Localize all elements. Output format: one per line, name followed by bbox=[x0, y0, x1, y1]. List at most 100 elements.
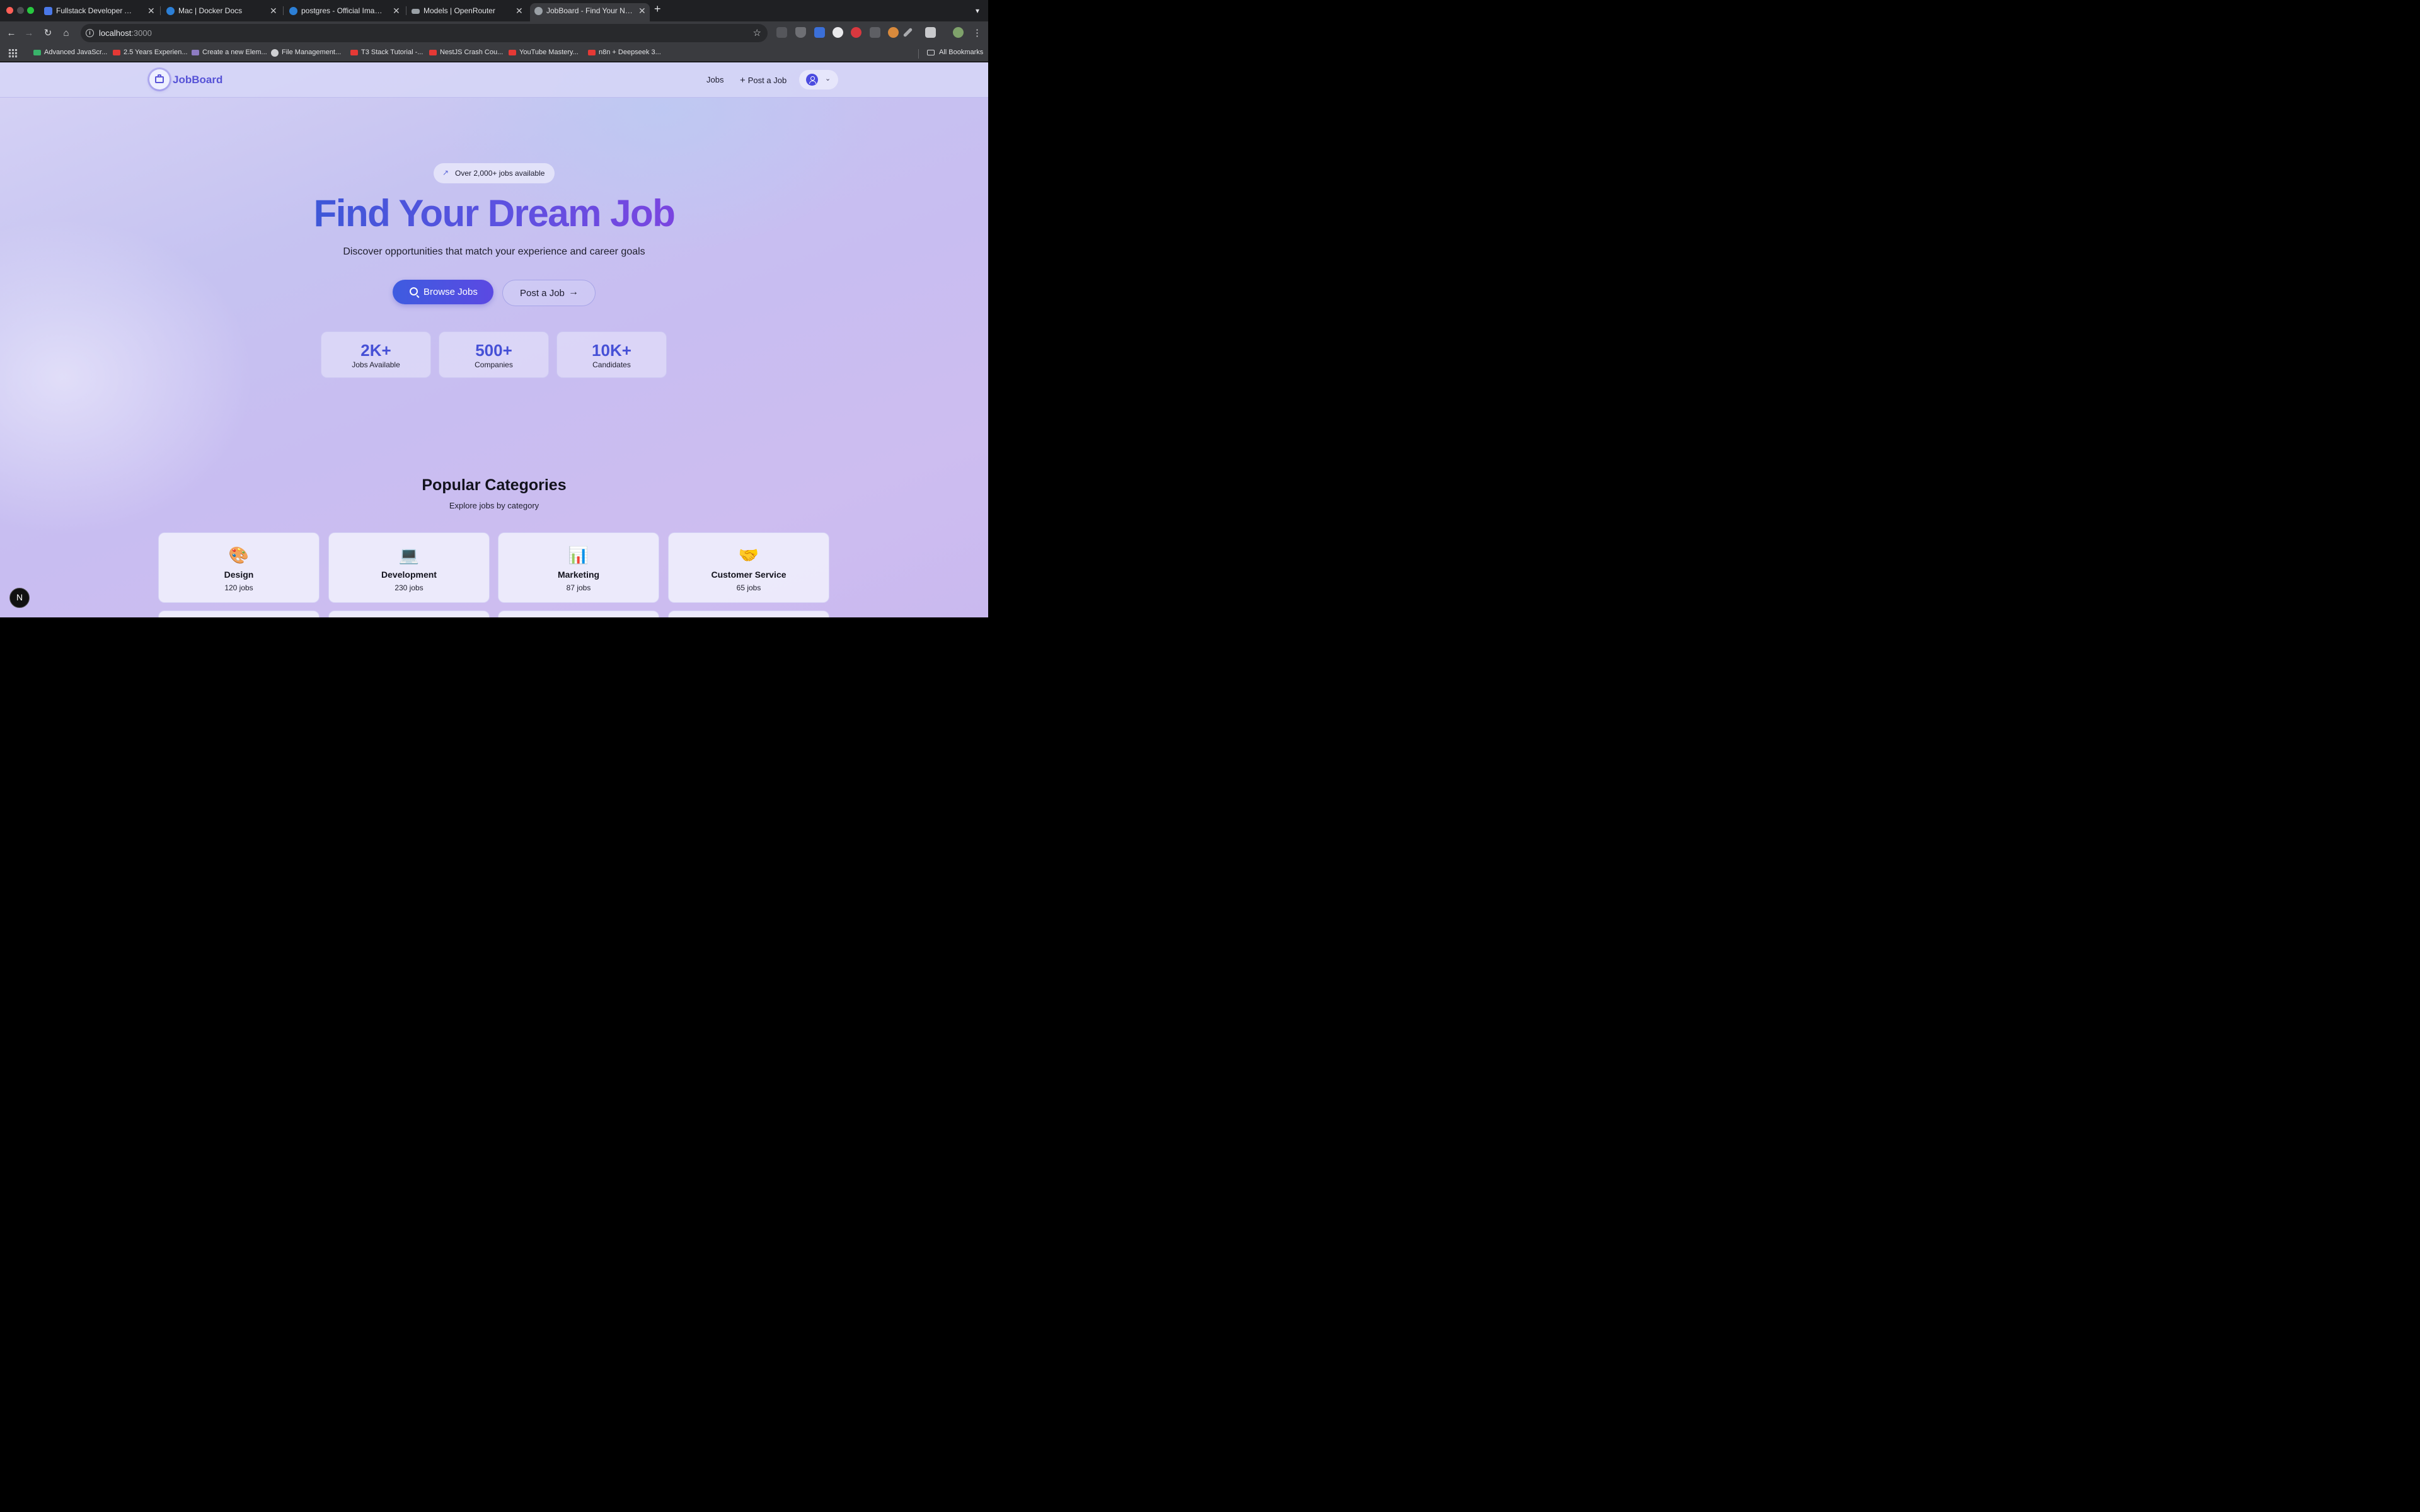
stat-value: 10K+ bbox=[592, 341, 631, 360]
chevron-down-icon: ⌄ bbox=[825, 75, 831, 83]
category-card-customer-service[interactable]: 🤝 Customer Service 65 jobs bbox=[668, 532, 829, 603]
bookmark-star-icon[interactable]: ☆ bbox=[753, 27, 761, 38]
extension-calendar-icon[interactable] bbox=[814, 27, 825, 38]
extension-cookie-icon[interactable] bbox=[888, 27, 899, 38]
category-card-development[interactable]: 💻 Development 230 jobs bbox=[328, 532, 490, 603]
close-tab-icon[interactable]: ✕ bbox=[270, 3, 277, 19]
extensions-puzzle-icon[interactable] bbox=[925, 27, 936, 38]
folder-icon bbox=[927, 50, 935, 55]
url-text: localhost:3000 bbox=[99, 28, 152, 38]
post-job-label: Post a Job bbox=[520, 288, 565, 299]
hero-title-text: Find Your Dream Job bbox=[313, 192, 676, 234]
post-job-button[interactable]: Post a Job → bbox=[502, 280, 596, 306]
extension-glasses-icon[interactable] bbox=[776, 27, 787, 38]
category-card-design[interactable]: 🎨 Design 120 jobs bbox=[158, 532, 320, 603]
tab-title: Fullstack Developer Asses bbox=[56, 6, 133, 15]
laptop-icon: 💻 bbox=[398, 546, 420, 564]
docs-icon bbox=[44, 7, 52, 15]
nav-post-job-link[interactable]: + Post a Job bbox=[740, 75, 786, 86]
browse-jobs-button[interactable]: Browse Jobs bbox=[393, 280, 493, 304]
tab-search-chevron-icon[interactable]: ▾ bbox=[971, 4, 984, 18]
browser-tab[interactable]: postgres - Official Image | Do ✕ bbox=[289, 3, 401, 19]
extension-shield-icon[interactable] bbox=[795, 27, 806, 38]
palette-icon: 🎨 bbox=[228, 546, 250, 564]
browser-tab-active[interactable]: JobBoard - Find Your Next Ca ✕ bbox=[530, 3, 650, 21]
apps-grid-icon[interactable] bbox=[9, 49, 17, 57]
extension-game-icon[interactable] bbox=[833, 27, 843, 38]
element-icon bbox=[192, 50, 199, 55]
tab-title: JobBoard - Find Your Next Ca bbox=[546, 6, 633, 15]
url-port: :3000 bbox=[131, 28, 152, 38]
close-tab-icon[interactable]: ✕ bbox=[516, 3, 523, 19]
category-card[interactable] bbox=[328, 610, 490, 617]
home-icon[interactable]: ⌂ bbox=[59, 26, 73, 40]
close-tab-icon[interactable]: ✕ bbox=[147, 3, 155, 19]
stat-label: Candidates bbox=[592, 360, 631, 369]
browser-tab[interactable]: Models | OpenRouter ✕ bbox=[412, 3, 524, 19]
browser-tab-strip: Fullstack Developer Asses ✕ Mac | Docker… bbox=[0, 0, 988, 21]
extension-edit-icon[interactable] bbox=[870, 27, 880, 38]
tab-separator bbox=[160, 6, 161, 15]
globe-icon bbox=[534, 7, 543, 15]
handshake-icon: 🤝 bbox=[738, 546, 759, 564]
jobs-available-badge: ↗ Over 2,000+ jobs available bbox=[434, 163, 555, 183]
browser-tab[interactable]: Mac | Docker Docs ✕ bbox=[166, 3, 279, 19]
bookmark-label: File Management... bbox=[282, 49, 342, 56]
category-name: Marketing bbox=[557, 570, 600, 580]
forward-arrow-icon[interactable]: → bbox=[22, 26, 36, 40]
category-count: 65 jobs bbox=[736, 583, 761, 592]
category-name: Customer Service bbox=[711, 570, 786, 580]
trending-up-icon: ↗ bbox=[442, 168, 449, 177]
category-count: 230 jobs bbox=[395, 583, 424, 592]
stat-card-jobs: 2K+ Jobs Available bbox=[321, 331, 431, 378]
category-card-marketing[interactable]: 📊 Marketing 87 jobs bbox=[498, 532, 659, 603]
category-count: 120 jobs bbox=[224, 583, 253, 592]
site-info-icon[interactable]: i bbox=[86, 29, 94, 37]
browser-menu-icon[interactable]: ⋮ bbox=[972, 27, 982, 38]
nav-jobs-link[interactable]: Jobs bbox=[706, 75, 723, 84]
back-arrow-icon[interactable]: ← bbox=[4, 26, 18, 40]
close-tab-icon[interactable]: ✕ bbox=[638, 3, 646, 19]
reload-icon[interactable]: ↻ bbox=[41, 26, 55, 40]
bookmark-label: NestJS Crash Cou... bbox=[440, 49, 504, 56]
badge-text: Over 2,000+ jobs available bbox=[455, 169, 545, 178]
category-card[interactable] bbox=[498, 610, 659, 617]
bookmarks-separator bbox=[918, 49, 919, 59]
docker-icon bbox=[289, 7, 297, 15]
browser-tab[interactable]: Fullstack Developer Asses ✕ bbox=[44, 3, 156, 19]
hero-subtitle: Discover opportunities that match your e… bbox=[343, 246, 645, 257]
bookmark-label: T3 Stack Tutorial -... bbox=[361, 49, 424, 56]
category-name: Design bbox=[224, 570, 254, 580]
youtube-icon bbox=[509, 50, 516, 55]
extension-eyedropper-icon[interactable] bbox=[902, 27, 913, 38]
extension-record-icon[interactable] bbox=[851, 27, 861, 38]
site-header: JobBoard Jobs + Post a Job ⌄ bbox=[0, 62, 988, 98]
nextjs-dev-badge[interactable]: N bbox=[9, 588, 30, 608]
browse-jobs-label: Browse Jobs bbox=[424, 287, 478, 297]
user-menu-button[interactable]: ⌄ bbox=[799, 70, 838, 89]
category-count: 87 jobs bbox=[566, 583, 591, 592]
openrouter-icon bbox=[412, 9, 420, 14]
category-card[interactable] bbox=[158, 610, 320, 617]
profile-avatar-icon[interactable] bbox=[953, 27, 964, 38]
stat-value: 500+ bbox=[475, 341, 512, 360]
bar-chart-icon: 📊 bbox=[568, 546, 589, 564]
bookmark-label: YouTube Mastery... bbox=[519, 49, 579, 56]
close-tab-icon[interactable]: ✕ bbox=[393, 3, 400, 19]
bookmark-label: 2.5 Years Experien... bbox=[124, 49, 188, 56]
youtube-icon bbox=[588, 50, 596, 55]
stat-label: Jobs Available bbox=[352, 360, 400, 369]
minimize-window-button[interactable] bbox=[17, 7, 24, 14]
categories-subtitle: Explore jobs by category bbox=[449, 501, 539, 510]
docker-icon bbox=[166, 7, 175, 15]
briefcase-icon[interactable] bbox=[149, 69, 170, 89]
stat-value: 2K+ bbox=[360, 341, 391, 360]
address-bar[interactable]: i localhost:3000 ☆ bbox=[81, 24, 768, 42]
stat-card-candidates: 10K+ Candidates bbox=[556, 331, 667, 378]
logo-text[interactable]: JobBoard bbox=[173, 74, 222, 86]
maximize-window-button[interactable] bbox=[27, 7, 34, 14]
category-card[interactable] bbox=[668, 610, 829, 617]
bookmarks-bar: Advanced JavaScr... 2.5 Years Experien..… bbox=[0, 45, 988, 62]
new-tab-button[interactable]: + bbox=[654, 3, 661, 16]
close-window-button[interactable] bbox=[6, 7, 13, 14]
